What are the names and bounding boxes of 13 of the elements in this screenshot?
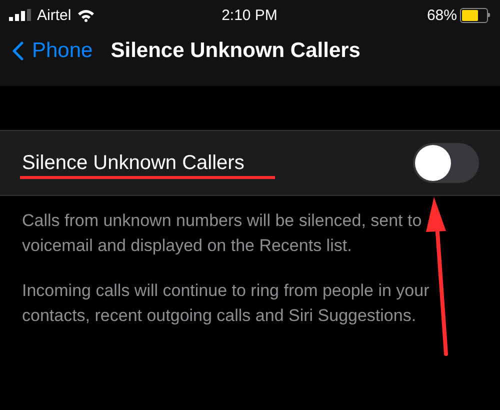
description-text: Incoming calls will continue to ring from people in your contacts, recent outgoing calls and Siri Suggestions. [22, 280, 430, 327]
battery-percentage: 68% [426, 6, 457, 24]
wifi-icon [77, 8, 96, 22]
toggle-switch[interactable] [413, 143, 479, 183]
setting-label: Silence Unknown Callers [22, 152, 244, 174]
back-chevron-icon [12, 41, 24, 61]
status-time: 2:10 PM [222, 6, 278, 24]
signal-icon [9, 9, 31, 21]
carrier-name: Airtel [37, 6, 72, 24]
back-button[interactable]: Phone [12, 39, 93, 63]
page-title: Silence Unknown Callers [110, 39, 360, 63]
description-text: Calls from unknown numbers will be silenced, sent to voicemail and displayed on the Recents list. [22, 210, 423, 257]
battery-icon [460, 8, 490, 22]
